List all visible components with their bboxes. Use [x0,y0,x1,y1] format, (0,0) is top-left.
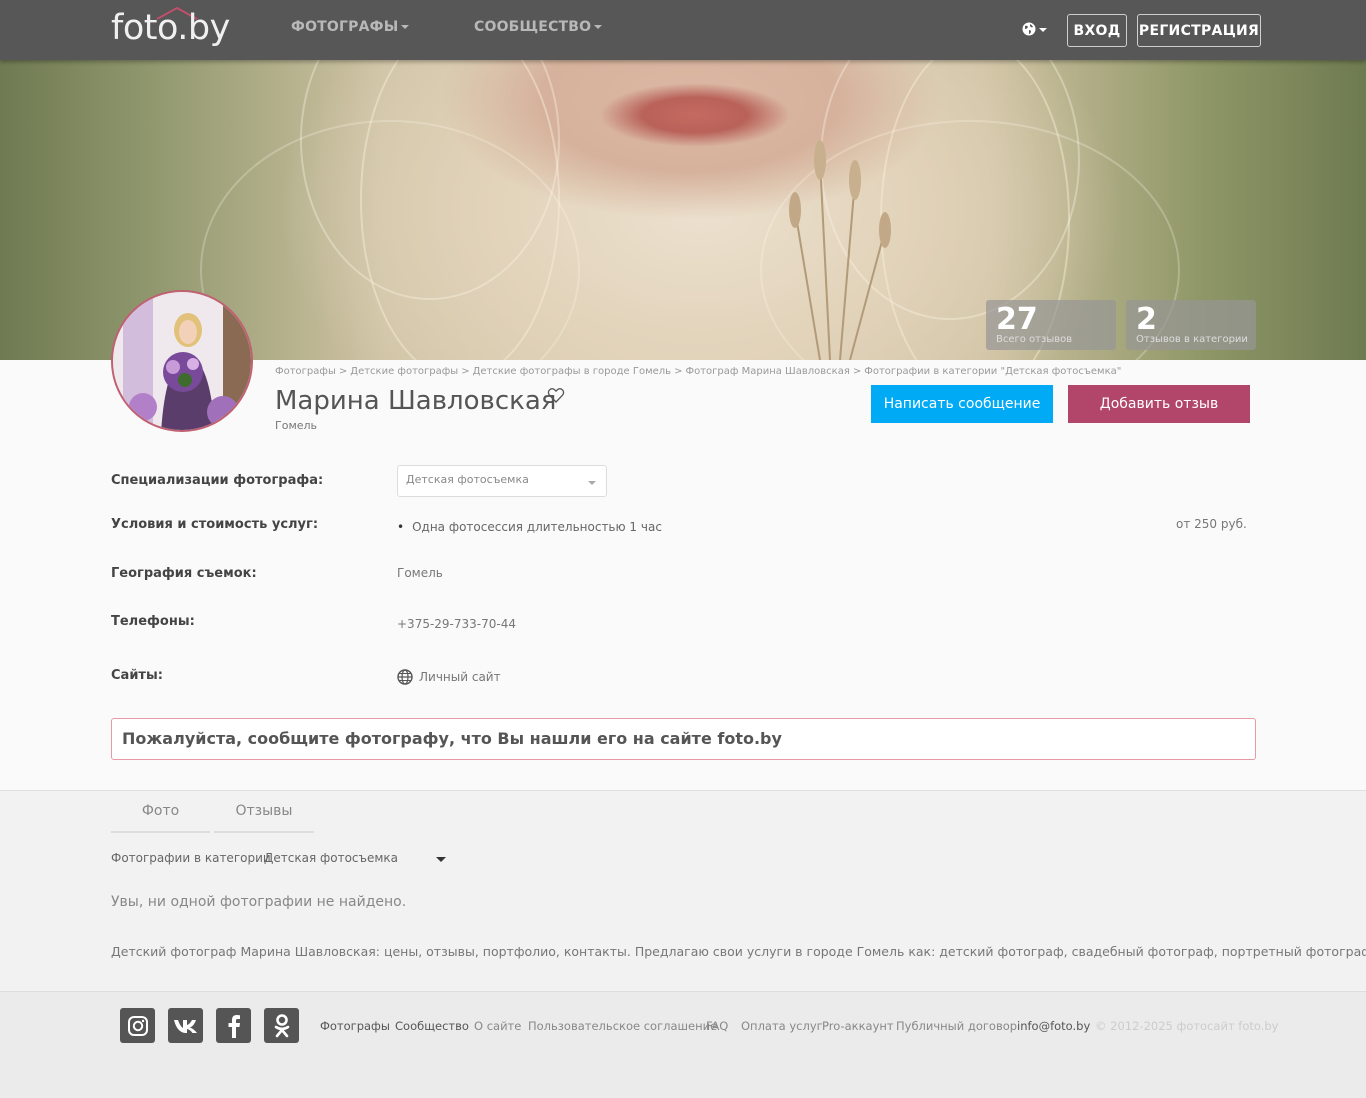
notice-box: Пожалуйста, сообщите фотографу, что Вы н… [111,718,1256,760]
login-button[interactable]: ВХОД [1067,14,1127,47]
geography-value: Гомель [397,566,443,580]
service-price: от 250 руб. [1176,517,1247,531]
specialization-select-value: Детская фотосъемка [406,473,529,486]
empty-message: Увы, ни одной фотографии не найдено. [111,894,407,910]
photographer-name: Марина Шавловская [275,386,557,416]
category-filter-select[interactable]: Детская фотосъемка [264,851,446,865]
breadcrumb-item[interactable]: Фотограф Марина Шавловская [685,366,849,377]
avatar-photo [113,292,251,430]
service-item-text: Одна фотосессия длительностью 1 час [412,520,662,534]
chevron-down-icon [594,25,603,29]
copyright: © 2012-2025 фотосайт foto.by [1095,1019,1279,1033]
portfolio-section: Фото Отзывы Фотографии в категории Детск… [0,790,1366,990]
footer-link-photographers[interactable]: Фотографы [320,1019,390,1033]
language-selector[interactable] [1022,20,1048,40]
register-button[interactable]: РЕГИСТРАЦИЯ [1137,14,1261,47]
specializations-label: Специализации фотографа: [111,473,324,488]
stat-total-reviews-label: Всего отзывов [996,334,1073,345]
globe-icon [1022,22,1036,36]
chevron-down-icon [436,857,446,862]
phone-value[interactable]: +375-29-733-70-44 [397,617,516,631]
chevron-down-icon [1039,28,1047,32]
footer-link-payment[interactable]: Оплата услуг [741,1019,823,1033]
wheat-decoration [789,140,891,360]
footer-link-faq[interactable]: FAQ [706,1019,728,1033]
instagram-glyph [127,1015,148,1036]
specialization-select[interactable]: Детская фотосъемка [397,465,607,497]
stat-category-reviews-value: 2 [1136,302,1157,337]
top-navbar: foto.by ФОТОГРАФЫ СООБЩЕСТВО ВХОД РЕГИСТ… [0,0,1366,60]
send-message-button[interactable]: Написать сообщение [871,385,1053,423]
category-filter-label: Фотографии в категории [111,851,271,865]
personal-site-label: Личный сайт [419,670,501,684]
stat-category-reviews-label: Отзывов в категории [1136,334,1248,345]
stat-total-reviews: 27 Всего отзывов [986,300,1116,350]
services-label: Условия и стоимость услуг: [111,517,319,532]
footer-link-email[interactable]: info@foto.by [1017,1019,1090,1033]
site-logo[interactable]: foto.by [111,4,241,48]
avatar [111,290,253,432]
breadcrumb-current: Фотографии в категории "Детская фотосъем… [864,366,1122,377]
vk-glyph [173,1019,197,1033]
tab-reviews[interactable]: Отзывы [214,791,314,833]
chevron-down-icon [588,481,596,485]
vk-icon[interactable] [168,1008,203,1043]
stat-category-reviews: 2 Отзывов в категории [1126,300,1256,350]
footer-link-community[interactable]: Сообщество [395,1019,469,1033]
heart-icon[interactable] [547,386,565,404]
breadcrumb-item[interactable]: Детские фотографы в городе Гомель [473,366,671,377]
category-filter-value: Детская фотосъемка [264,851,399,865]
footer-link-pro[interactable]: Pro-аккаунт [822,1019,894,1033]
instagram-icon[interactable] [120,1008,155,1043]
phones-label: Телефоны: [111,614,195,629]
footer-link-terms[interactable]: Пользовательское соглашение [528,1019,717,1033]
odnoklassniki-icon[interactable] [264,1008,299,1043]
facebook-icon[interactable] [216,1008,251,1043]
stat-total-reviews-value: 27 [996,302,1038,337]
footer-link-contract[interactable]: Публичный договор [896,1019,1017,1033]
nav-community-label: СООБЩЕСТВО [474,19,592,35]
nav-photographers[interactable]: ФОТОГРАФЫ [291,19,410,35]
tab-photo[interactable]: Фото [111,791,210,833]
globe-icon [397,669,413,685]
photographer-city: Гомель [275,419,318,432]
chevron-down-icon [401,25,410,29]
personal-site-link[interactable]: Личный сайт [397,669,501,685]
odnoklassniki-glyph [274,1013,289,1037]
footer-link-about[interactable]: О сайте [474,1019,521,1033]
breadcrumb: Фотографы > Детские фотографы > Детские фото… [275,366,1122,377]
seo-description: Детский фотограф Марина Шавловская: цены… [111,944,1366,959]
sites-label: Сайты: [111,668,163,683]
nav-community[interactable]: СООБЩЕСТВО [474,19,603,35]
service-item: • Одна фотосессия длительностью 1 час [397,520,662,534]
add-review-button[interactable]: Добавить отзыв [1068,385,1250,423]
geography-label: География съемок: [111,566,257,581]
facebook-glyph [228,1014,240,1038]
breadcrumb-item[interactable]: Детские фотографы [350,366,458,377]
footer: Фотографы Сообщество О сайте Пользовател… [0,991,1366,1098]
logo-text: foto.by [111,8,230,48]
nav-photographers-label: ФОТОГРАФЫ [291,19,399,35]
breadcrumb-item[interactable]: Фотографы [275,366,336,377]
